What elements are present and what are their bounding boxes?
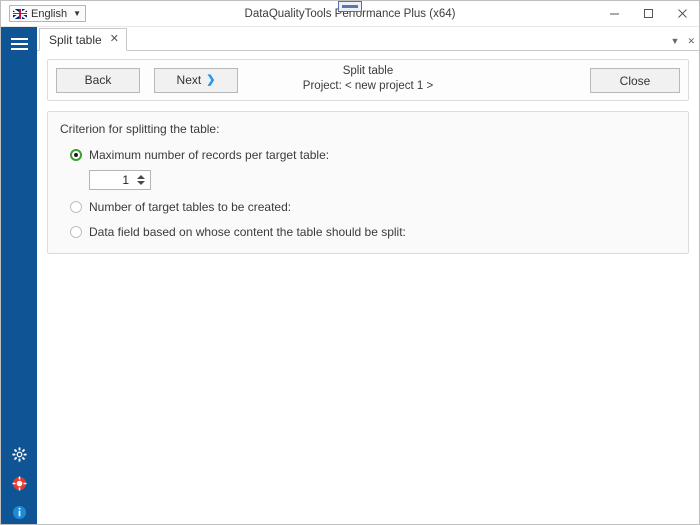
hamburger-menu-icon[interactable] <box>1 27 37 61</box>
radio-option-max-records[interactable]: Maximum number of records per target tab… <box>70 146 676 164</box>
stepper-up-icon[interactable] <box>137 175 145 179</box>
radio-option-target-table-count[interactable]: Number of target tables to be created: <box>70 198 676 216</box>
radio-option-label: Data field based on whose content the ta… <box>89 225 406 239</box>
window-body: Split table ✕ ▼ ✕ Back Next ❯ <box>1 27 699 525</box>
settings-gear-icon[interactable] <box>11 446 27 462</box>
content-area: Split table ✕ ▼ ✕ Back Next ❯ <box>37 27 699 525</box>
close-button[interactable] <box>665 1 699 26</box>
max-records-value[interactable]: 1 <box>90 171 134 189</box>
tab-overflow-chevron-down-icon[interactable]: ▼ <box>671 37 680 46</box>
next-button[interactable]: Next ❯ <box>154 68 238 93</box>
radio-option-data-field[interactable]: Data field based on whose content the ta… <box>70 223 676 241</box>
radio-button-icon[interactable] <box>70 226 82 238</box>
radio-option-label: Maximum number of records per target tab… <box>89 148 329 162</box>
maximize-button[interactable] <box>631 1 665 26</box>
uk-flag-icon <box>13 9 27 19</box>
info-icon[interactable] <box>11 504 27 520</box>
close-button-wrap: Close <box>590 68 680 93</box>
max-records-stepper[interactable]: 1 <box>89 170 151 190</box>
application-window: English ▼ DataQualityTools Performance P… <box>0 0 700 525</box>
chevron-down-icon: ▼ <box>73 10 81 18</box>
radio-button-selected-icon[interactable] <box>70 149 82 161</box>
support-lifebuoy-icon[interactable] <box>11 475 27 491</box>
window-controls <box>597 1 699 26</box>
radio-option-label: Number of target tables to be created: <box>89 200 291 214</box>
tab-close-icon[interactable]: ✕ <box>110 34 119 45</box>
tab-strip-controls: ▼ ✕ <box>671 37 695 46</box>
next-button-label: Next <box>177 73 202 87</box>
stepper-arrows <box>134 171 150 189</box>
wizard-toolbar: Back Next ❯ Split table Project: < new p… <box>47 59 689 101</box>
language-label: English <box>31 8 67 20</box>
minimize-button[interactable] <box>597 1 631 26</box>
title-bar: English ▼ DataQualityTools Performance P… <box>1 1 699 27</box>
sidebar-bottom-icons <box>1 446 37 520</box>
close-dialog-button[interactable]: Close <box>590 68 680 93</box>
main-pane: Back Next ❯ Split table Project: < new p… <box>37 51 699 525</box>
app-badge-icon <box>338 1 362 12</box>
radio-button-icon[interactable] <box>70 201 82 213</box>
stepper-down-icon[interactable] <box>137 181 145 185</box>
language-selector[interactable]: English ▼ <box>9 5 86 22</box>
max-records-row: 1 <box>89 170 676 190</box>
tab-close-all-icon[interactable]: ✕ <box>687 37 695 46</box>
criterion-panel: Criterion for splitting the table: Maxim… <box>47 111 689 254</box>
chevron-right-icon: ❯ <box>206 75 215 86</box>
tab-split-table[interactable]: Split table ✕ <box>39 28 127 51</box>
criterion-heading: Criterion for splitting the table: <box>60 122 676 136</box>
tab-strip: Split table ✕ ▼ ✕ <box>37 27 699 51</box>
sidebar <box>1 27 37 525</box>
back-button[interactable]: Back <box>56 68 140 93</box>
tab-label: Split table <box>49 33 102 47</box>
